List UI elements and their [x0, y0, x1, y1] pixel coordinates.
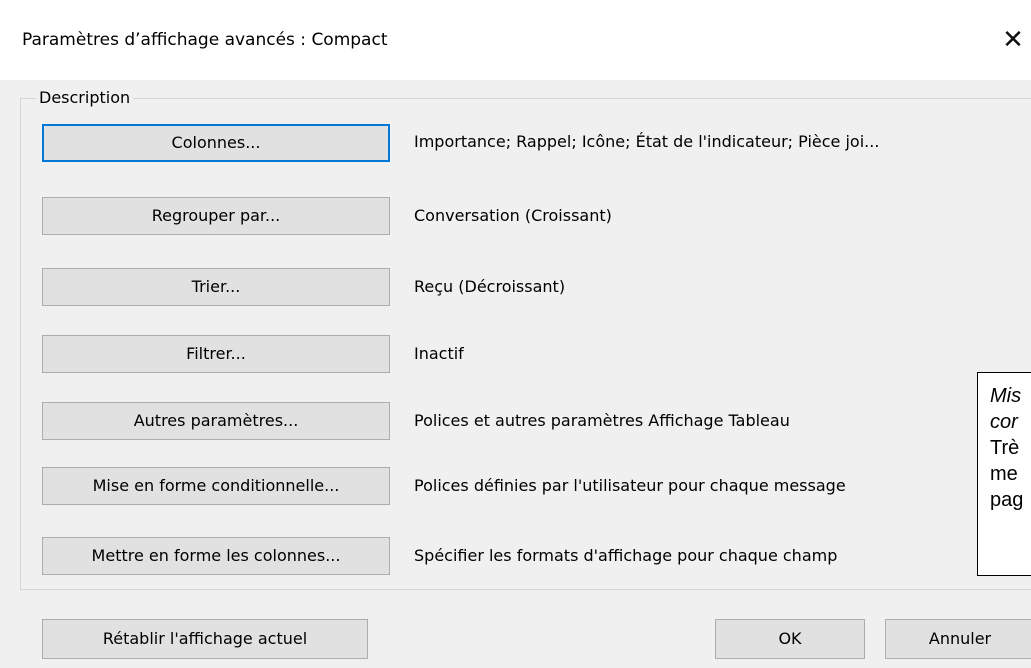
overlay-line-4: me	[990, 463, 1018, 485]
groupbox-legend: Description	[36, 88, 134, 107]
reset-current-view-button[interactable]: Rétablir l'affichage actuel	[42, 619, 368, 659]
filter-description: Inactif	[414, 344, 464, 363]
conditional-formatting-button[interactable]: Mise en forme conditionnelle...	[42, 467, 390, 505]
conditional-formatting-description: Polices définies par l'utilisateur pour …	[414, 476, 846, 495]
columns-button[interactable]: Colonnes...	[42, 124, 390, 162]
columns-description: Importance; Rappel; Icône; État de l'ind…	[414, 132, 880, 151]
close-icon[interactable]: ✕	[995, 20, 1031, 60]
overlay-line-3: Trè	[990, 437, 1020, 459]
other-settings-button[interactable]: Autres paramètres...	[42, 402, 390, 440]
advanced-view-settings-dialog: Paramètres d’affichage avancés : Compact…	[0, 0, 1031, 668]
dialog-title: Paramètres d’affichage avancés : Compact	[22, 30, 388, 50]
overlay-text: Mis cor Trè me pag	[990, 383, 1031, 513]
format-columns-description: Spécifier les formats d'affichage pour c…	[414, 546, 838, 565]
title-bar: Paramètres d’affichage avancés : Compact…	[0, 0, 1031, 80]
format-columns-button[interactable]: Mettre en forme les colonnes...	[42, 537, 390, 575]
overlay-line-2: cor	[990, 411, 1018, 433]
group-by-button[interactable]: Regrouper par...	[42, 197, 390, 235]
sort-button[interactable]: Trier...	[42, 268, 390, 306]
ok-button[interactable]: OK	[715, 619, 865, 659]
overlay-line-5: pag	[990, 489, 1024, 511]
other-settings-description: Polices et autres paramètres Affichage T…	[414, 411, 790, 430]
filter-button[interactable]: Filtrer...	[42, 335, 390, 373]
overlay-text-box: Mis cor Trè me pag	[977, 372, 1031, 576]
sort-description: Reçu (Décroissant)	[414, 277, 566, 296]
overlay-line-1: Mis	[990, 385, 1022, 407]
cancel-button[interactable]: Annuler	[885, 619, 1031, 659]
group-by-description: Conversation (Croissant)	[414, 206, 612, 225]
